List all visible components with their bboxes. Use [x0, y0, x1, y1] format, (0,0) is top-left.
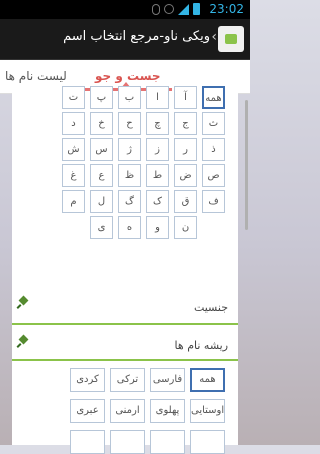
app-logo-icon[interactable]	[218, 26, 244, 52]
letter-button[interactable]: و	[146, 216, 169, 239]
app-title: ویکی ناو-مرجع انتخاب اسم	[63, 29, 210, 44]
letter-button[interactable]: ظ	[118, 164, 141, 187]
letter-button[interactable]: ذ	[202, 138, 225, 161]
status-bar: 23:02	[0, 0, 250, 19]
letter-button[interactable]: ب	[118, 86, 141, 109]
status-icons	[152, 3, 200, 15]
letter-button[interactable]: ک	[146, 190, 169, 213]
origin-button[interactable]: پهلوی	[150, 399, 185, 423]
section-divider	[12, 359, 238, 361]
origin-button[interactable]: ترکی	[110, 368, 145, 392]
letter-button[interactable]: غ	[62, 164, 85, 187]
letter-button[interactable]: ط	[146, 164, 169, 187]
origin-button[interactable]	[190, 430, 225, 454]
letter-button[interactable]: م	[62, 190, 85, 213]
pin-icon[interactable]	[17, 297, 29, 309]
letter-button[interactable]: ش	[62, 138, 85, 161]
letter-button[interactable]: ح	[118, 112, 141, 135]
tab-name-list[interactable]: لیست نام ها	[5, 69, 67, 83]
letter-button[interactable]: ف	[202, 190, 225, 213]
letter-button[interactable]: ت	[62, 86, 85, 109]
battery-icon	[193, 3, 200, 15]
section-divider	[12, 323, 238, 325]
letter-button[interactable]: د	[62, 112, 85, 135]
letter-button[interactable]: ر	[174, 138, 197, 161]
origin-button[interactable]: فارسی	[150, 368, 185, 392]
gender-section-label[interactable]: جنسیت	[194, 301, 228, 314]
alarm-icon	[164, 4, 174, 14]
letter-button[interactable]: ی	[90, 216, 113, 239]
origin-button[interactable]: عبری	[70, 399, 105, 423]
letter-button[interactable]: ز	[146, 138, 169, 161]
letter-button[interactable]: ق	[174, 190, 197, 213]
origin-button[interactable]: کردی	[70, 368, 105, 392]
origin-button[interactable]	[150, 430, 185, 454]
search-panel: همه آ ا ب پ ت ث ج چ ح خ د ذ ر ز ژ س ش ص …	[12, 86, 238, 454]
letter-button[interactable]: گ	[118, 190, 141, 213]
letter-button[interactable]: ج	[174, 112, 197, 135]
letter-button[interactable]: س	[90, 138, 113, 161]
up-caret-icon[interactable]: ‹	[211, 29, 217, 45]
letter-button[interactable]: ه	[118, 216, 141, 239]
letter-button[interactable]: ل	[90, 190, 113, 213]
letter-all-button[interactable]: همه	[202, 86, 225, 109]
tab-search[interactable]: جست و جو	[95, 69, 161, 83]
letter-button[interactable]: خ	[90, 112, 113, 135]
scrollbar[interactable]	[245, 100, 248, 230]
origin-section-label[interactable]: ریشه نام ها	[175, 339, 228, 352]
origin-button[interactable]: اوستایی	[190, 399, 225, 423]
origin-button[interactable]	[110, 430, 145, 454]
letter-button[interactable]: ع	[90, 164, 113, 187]
bluetooth-icon	[152, 3, 160, 15]
action-bar: ویکی ناو-مرجع انتخاب اسم ‹	[0, 19, 250, 60]
status-time: 23:02	[209, 2, 244, 16]
signal-icon	[178, 3, 189, 15]
letter-button[interactable]: ض	[174, 164, 197, 187]
pin-icon[interactable]	[17, 336, 29, 348]
letter-button[interactable]: آ	[174, 86, 197, 109]
letter-button[interactable]: پ	[90, 86, 113, 109]
origin-button[interactable]: ارمنی	[110, 399, 145, 423]
letter-button[interactable]: ژ	[118, 138, 141, 161]
letter-button[interactable]: ا	[146, 86, 169, 109]
letter-button[interactable]: چ	[146, 112, 169, 135]
letter-button[interactable]: ص	[202, 164, 225, 187]
letter-button[interactable]: ث	[202, 112, 225, 135]
letter-button[interactable]: ن	[174, 216, 197, 239]
origin-all-button[interactable]: همه	[190, 368, 225, 392]
origin-button[interactable]	[70, 430, 105, 454]
